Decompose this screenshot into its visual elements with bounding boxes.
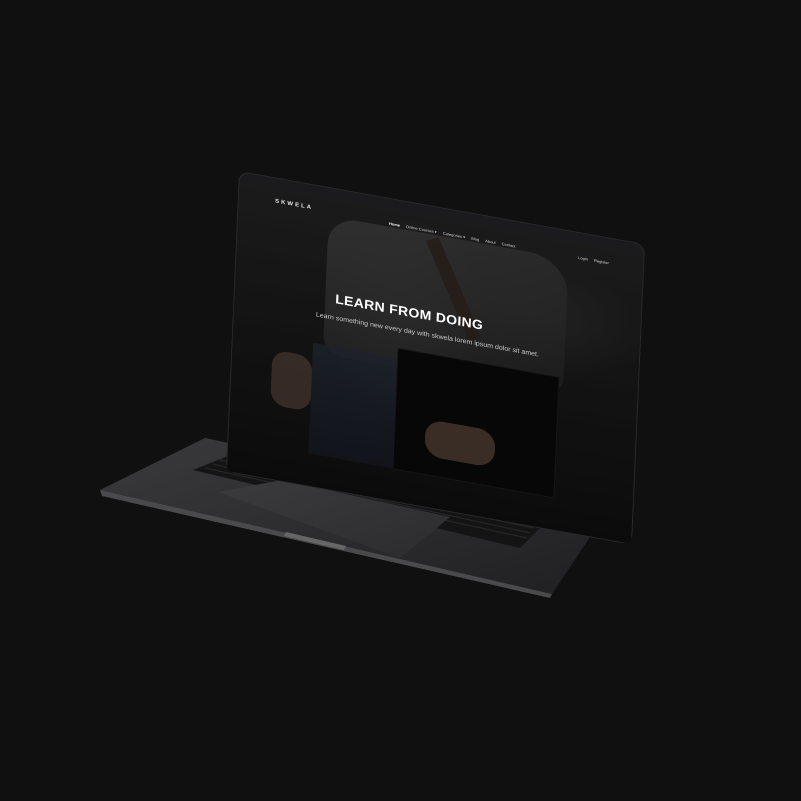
mockup-stage: SKWELA Home Online Courses ▾ Categories …	[0, 0, 801, 801]
